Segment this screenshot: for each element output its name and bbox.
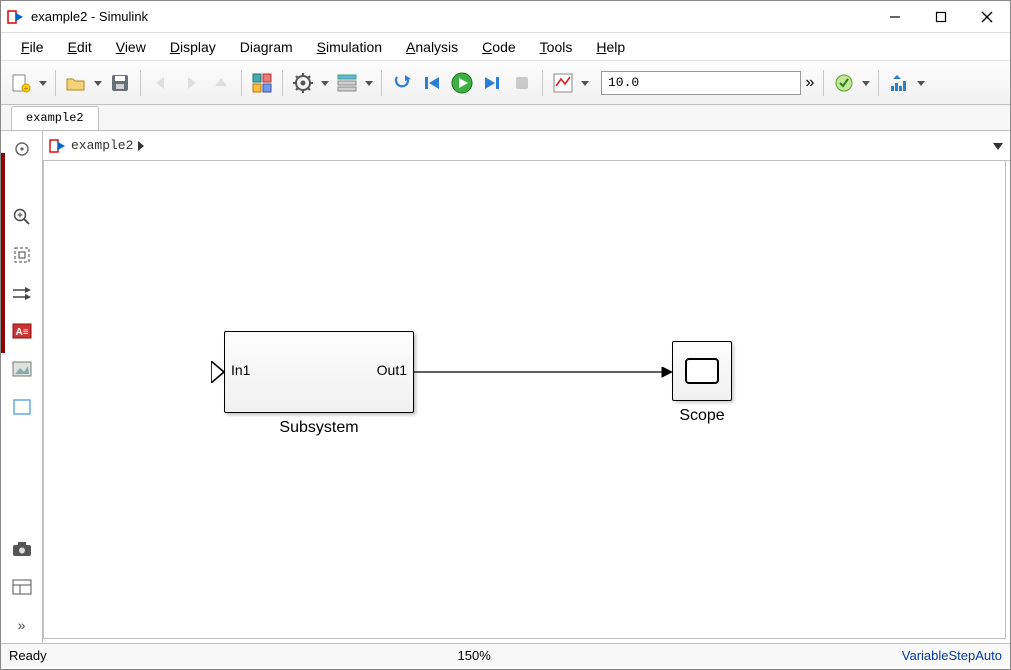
library-browser-button[interactable] [248, 69, 276, 97]
svg-text:A≡: A≡ [15, 327, 28, 338]
model-icon [49, 137, 67, 155]
subsystem-name: Subsystem [224, 419, 414, 437]
tabstrip: example2 [1, 105, 1010, 131]
build-dropdown[interactable] [915, 79, 927, 87]
open-button[interactable] [62, 69, 90, 97]
toolbar-separator [241, 70, 242, 96]
status-state: Ready [9, 648, 47, 663]
image-icon[interactable] [8, 355, 36, 383]
toolbar-separator [823, 70, 824, 96]
run-button[interactable] [448, 69, 476, 97]
menu-simulation[interactable]: Simulation [305, 36, 394, 58]
subsystem-block[interactable]: In1 Out1 Subsystem [224, 331, 414, 437]
signal-line[interactable] [414, 367, 674, 379]
toolbar-separator [140, 70, 141, 96]
menu-help[interactable]: Help [584, 36, 637, 58]
toolbar-separator [282, 70, 283, 96]
model-tab[interactable]: example2 [11, 106, 99, 130]
menu-display[interactable]: Display [158, 36, 228, 58]
open-dropdown[interactable] [92, 79, 104, 87]
simulink-app-icon [7, 8, 25, 26]
toolbar-separator [55, 70, 56, 96]
scope-screen-icon [685, 358, 719, 384]
svg-text:+: + [24, 84, 29, 93]
toolbar-separator [878, 70, 879, 96]
sample-time-icon[interactable] [8, 279, 36, 307]
maximize-button[interactable] [918, 1, 964, 33]
menu-view[interactable]: View [104, 36, 158, 58]
model-config-button[interactable] [289, 69, 317, 97]
breadcrumb: example2 [43, 131, 1010, 161]
canvas[interactable]: In1 Out1 Subsystem Scope [43, 161, 1006, 639]
canvas-wrap: example2 In1 Out1 Subsystem [43, 131, 1010, 643]
minimize-button[interactable] [872, 1, 918, 33]
screenshot-icon[interactable] [8, 535, 36, 563]
stop-time-input[interactable] [601, 71, 801, 95]
hide-browser-icon[interactable] [8, 135, 36, 163]
menu-tools[interactable]: Tools [528, 36, 585, 58]
model-explorer-button[interactable] [333, 69, 361, 97]
breadcrumb-model[interactable]: example2 [71, 138, 133, 153]
model-config-dropdown[interactable] [319, 79, 331, 87]
toolbar-separator [381, 70, 382, 96]
statusbar: Ready 150% VariableStepAuto [1, 643, 1010, 667]
area-icon[interactable] [8, 393, 36, 421]
forward-button[interactable] [177, 69, 205, 97]
inport-label: In1 [231, 362, 250, 378]
annotation-icon[interactable]: A≡ [8, 317, 36, 345]
outport-label: Out1 [377, 362, 407, 378]
breadcrumb-dropdown-icon[interactable] [992, 141, 1004, 151]
model-explorer-dropdown[interactable] [363, 79, 375, 87]
window-title: example2 - Simulink [31, 9, 872, 24]
advisor-dropdown[interactable] [860, 79, 872, 87]
update-diagram-button[interactable] [388, 69, 416, 97]
step-back-button[interactable] [418, 69, 446, 97]
zoom-in-icon[interactable] [8, 203, 36, 231]
advisor-button[interactable] [830, 69, 858, 97]
menubar: File Edit View Display Diagram Simulatio… [1, 33, 1010, 61]
fit-view-icon[interactable] [8, 241, 36, 269]
model-browser-icon[interactable] [8, 573, 36, 601]
inport-arrow-icon [211, 361, 225, 383]
main-area: A≡ » example2 In1 Out1 Subsystem [1, 131, 1010, 643]
build-button[interactable] [885, 69, 913, 97]
breadcrumb-arrow-icon [137, 140, 145, 152]
palette: A≡ » [1, 131, 43, 643]
scope-block[interactable]: Scope [672, 341, 732, 425]
toolbar: + » [1, 61, 1010, 105]
palette-expand[interactable]: » [8, 611, 36, 639]
up-button[interactable] [207, 69, 235, 97]
stop-button[interactable] [508, 69, 536, 97]
menu-edit[interactable]: Edit [56, 36, 104, 58]
menu-analysis[interactable]: Analysis [394, 36, 470, 58]
menu-diagram[interactable]: Diagram [228, 36, 305, 58]
status-solver[interactable]: VariableStepAuto [902, 648, 1002, 663]
save-button[interactable] [106, 69, 134, 97]
toolbar-separator [542, 70, 543, 96]
data-inspector-button[interactable] [549, 69, 577, 97]
scope-name: Scope [672, 407, 732, 425]
new-model-button[interactable]: + [7, 69, 35, 97]
toolbar-overflow[interactable]: » [803, 74, 817, 92]
close-button[interactable] [964, 1, 1010, 33]
titlebar: example2 - Simulink [1, 1, 1010, 33]
new-model-dropdown[interactable] [37, 79, 49, 87]
menu-file[interactable]: File [9, 36, 56, 58]
back-button[interactable] [147, 69, 175, 97]
data-inspector-dropdown[interactable] [579, 79, 591, 87]
menu-code[interactable]: Code [470, 36, 527, 58]
step-forward-button[interactable] [478, 69, 506, 97]
status-zoom[interactable]: 150% [47, 648, 902, 663]
